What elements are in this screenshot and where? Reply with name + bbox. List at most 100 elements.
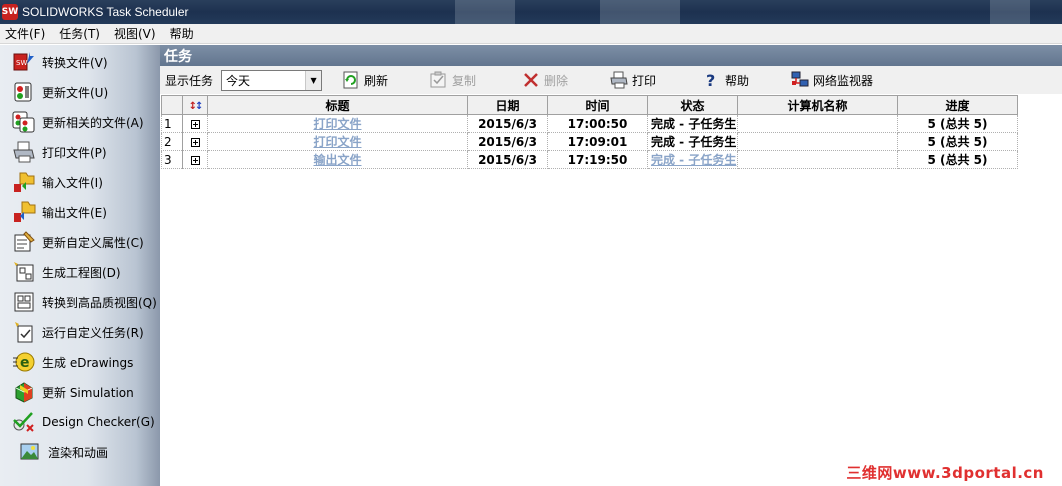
table-row[interactable]: 3 输出文件 2015/6/3 17:19:50 完成 - 子任务生 5 (总共… bbox=[161, 150, 1018, 169]
sidebar-item-label: 更新自定义属性(C) bbox=[42, 235, 144, 250]
sidebar-item-edrawings[interactable]: e 生成 eDrawings bbox=[12, 349, 133, 375]
refresh-button[interactable]: 刷新 bbox=[342, 70, 388, 90]
table-row[interactable]: 2 打印文件 2015/6/3 17:09:01 完成 - 子任务生 5 (总共… bbox=[161, 132, 1018, 151]
sidebar-item-design-checker[interactable]: Design Checker(G) bbox=[12, 409, 155, 435]
sidebar-item-simulation[interactable]: 更新 Simulation bbox=[12, 379, 134, 405]
sort-toggle-header[interactable]: ↕↕ bbox=[182, 95, 208, 115]
sidebar-item-custom-properties[interactable]: 更新自定义属性(C) bbox=[12, 229, 144, 255]
print-files-icon bbox=[12, 140, 36, 164]
simulation-icon bbox=[12, 380, 36, 404]
sidebar-item-label: 更新文件(U) bbox=[42, 85, 109, 100]
update-files-icon bbox=[12, 80, 36, 104]
sort-icon: ↕↕ bbox=[188, 101, 204, 112]
row-number: 3 bbox=[161, 150, 183, 169]
dropdown-arrow-icon[interactable]: ▼ bbox=[305, 70, 322, 90]
column-header-title[interactable]: 标题 bbox=[207, 95, 468, 115]
row-number: 2 bbox=[161, 132, 183, 151]
task-title-link[interactable]: 打印文件 bbox=[207, 114, 468, 133]
task-date: 2015/6/3 bbox=[467, 150, 548, 169]
refresh-icon bbox=[342, 71, 360, 89]
task-status: 完成 - 子任务生 bbox=[647, 114, 738, 133]
print-label: 打印 bbox=[632, 73, 657, 88]
help-button[interactable]: ? 帮助 bbox=[703, 70, 749, 90]
task-date: 2015/6/3 bbox=[467, 114, 548, 133]
svg-text:e: e bbox=[20, 355, 30, 371]
sidebar-item-run-custom-task[interactable]: 运行自定义任务(R) bbox=[12, 319, 144, 345]
refresh-label: 刷新 bbox=[364, 73, 389, 88]
expand-toggle[interactable] bbox=[182, 150, 208, 169]
convert-files-icon: SW bbox=[12, 50, 36, 74]
task-time: 17:00:50 bbox=[547, 114, 648, 133]
task-title-link[interactable]: 输出文件 bbox=[207, 150, 468, 169]
sidebar-item-label: 输入文件(I) bbox=[42, 175, 103, 190]
edrawings-icon: e bbox=[12, 350, 36, 374]
delete-label: 删除 bbox=[544, 73, 569, 88]
column-header-time[interactable]: 时间 bbox=[547, 95, 648, 115]
menu-file[interactable]: 文件(F) bbox=[0, 25, 52, 42]
copy-icon bbox=[430, 71, 448, 89]
sidebar-item-update-files[interactable]: 更新文件(U) bbox=[12, 79, 108, 105]
task-filter-value: 今天 bbox=[226, 73, 251, 88]
background-blur bbox=[600, 0, 680, 24]
menu-tasks[interactable]: 任务(T) bbox=[52, 25, 107, 42]
column-header-status[interactable]: 状态 bbox=[647, 95, 738, 115]
watermark: 三维网www.3dportal.cn bbox=[846, 464, 1044, 482]
sidebar-item-print-files[interactable]: 打印文件(P) bbox=[12, 139, 107, 165]
design-checker-icon bbox=[12, 410, 36, 434]
solidworks-app-icon: SW bbox=[2, 4, 18, 20]
task-time: 17:09:01 bbox=[547, 132, 648, 151]
sidebar-item-export-files[interactable]: 输出文件(E) bbox=[12, 199, 107, 225]
task-table: ↕↕ 标题 日期 时间 状态 计算机名称 进度 1 打印文件 2015/6/3 … bbox=[161, 95, 1018, 169]
column-header-date[interactable]: 日期 bbox=[467, 95, 548, 115]
sidebar-item-create-drawings[interactable]: 生成工程图(D) bbox=[12, 259, 121, 285]
task-computer bbox=[737, 132, 898, 151]
window-title: SOLIDWORKS Task Scheduler bbox=[22, 5, 189, 19]
create-drawings-icon bbox=[12, 260, 36, 284]
sidebar-item-import-files[interactable]: 输入文件(I) bbox=[12, 169, 103, 195]
task-status-link[interactable]: 完成 - 子任务生 bbox=[647, 150, 738, 169]
delete-button[interactable]: 删除 bbox=[522, 70, 568, 90]
sidebar-item-convert-files[interactable]: SW 转换文件(V) bbox=[12, 49, 108, 75]
menu-bar: 文件(F) 任务(T) 视图(V) 帮助 bbox=[0, 24, 1062, 44]
task-computer bbox=[737, 150, 898, 169]
print-button[interactable]: 打印 bbox=[610, 70, 656, 90]
plus-icon bbox=[190, 119, 200, 129]
sidebar-item-label: 渲染和动画 bbox=[48, 445, 109, 460]
sidebar-item-label: 运行自定义任务(R) bbox=[42, 325, 144, 340]
custom-properties-icon bbox=[12, 230, 36, 254]
menu-view[interactable]: 视图(V) bbox=[107, 25, 163, 42]
network-monitor-label: 网络监视器 bbox=[813, 73, 874, 88]
table-header-row: ↕↕ 标题 日期 时间 状态 计算机名称 进度 bbox=[161, 95, 1018, 115]
task-filter-dropdown[interactable]: 今天 ▼ bbox=[221, 69, 323, 91]
sidebar-item-label: 生成工程图(D) bbox=[42, 265, 121, 280]
expand-toggle[interactable] bbox=[182, 132, 208, 151]
sidebar-item-label: 转换到高品质视图(Q) bbox=[42, 295, 157, 310]
sidebar-item-render-animation[interactable]: 渲染和动画 bbox=[18, 439, 108, 465]
menu-help[interactable]: 帮助 bbox=[163, 25, 201, 42]
sidebar-item-label: 更新 Simulation bbox=[42, 385, 134, 400]
copy-button[interactable]: 复制 bbox=[430, 70, 476, 90]
task-date: 2015/6/3 bbox=[467, 132, 548, 151]
copy-label: 复制 bbox=[452, 73, 477, 88]
help-label: 帮助 bbox=[725, 73, 750, 88]
title-bar: SW SOLIDWORKS Task Scheduler bbox=[0, 0, 1062, 24]
task-title-link[interactable]: 打印文件 bbox=[207, 132, 468, 151]
sidebar-item-update-related[interactable]: 更新相关的文件(A) bbox=[12, 109, 144, 135]
table-row[interactable]: 1 打印文件 2015/6/3 17:00:50 完成 - 子任务生 5 (总共… bbox=[161, 114, 1018, 133]
column-header-computer[interactable]: 计算机名称 bbox=[737, 95, 898, 115]
run-custom-task-icon bbox=[12, 320, 36, 344]
row-number-header bbox=[161, 95, 183, 115]
task-sidebar: SW 转换文件(V) 更新文件(U) 更新相关的文件(A) 打印文件(P) 输入… bbox=[0, 45, 160, 486]
network-monitor-button[interactable]: 网络监视器 bbox=[791, 70, 873, 90]
expand-toggle[interactable] bbox=[182, 114, 208, 133]
sidebar-item-high-quality-view[interactable]: 转换到高品质视图(Q) bbox=[12, 289, 157, 315]
column-header-progress[interactable]: 进度 bbox=[897, 95, 1018, 115]
sidebar-item-label: 更新相关的文件(A) bbox=[42, 115, 144, 130]
render-animation-icon bbox=[18, 440, 42, 464]
sidebar-item-label: 生成 eDrawings bbox=[42, 355, 134, 370]
background-blur bbox=[455, 0, 515, 24]
printer-icon bbox=[610, 71, 628, 89]
plus-icon bbox=[190, 155, 200, 165]
background-blur bbox=[990, 0, 1030, 24]
high-quality-view-icon bbox=[12, 290, 36, 314]
